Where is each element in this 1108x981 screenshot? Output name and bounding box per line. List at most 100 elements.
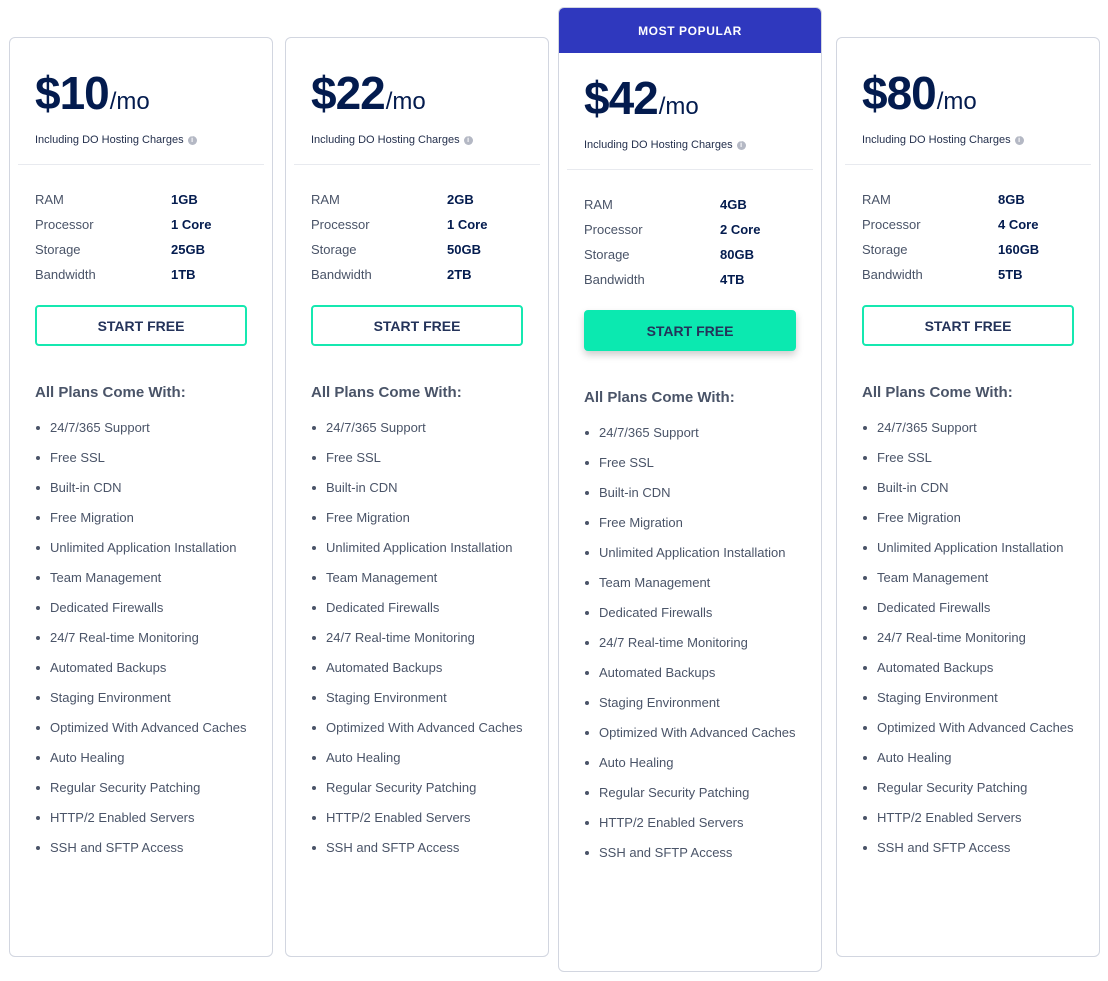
spec-row: Storage 160GB <box>862 237 1074 262</box>
feature-item: Unlimited Application Installation <box>311 538 523 558</box>
info-icon[interactable]: i <box>463 135 473 145</box>
spec-label: Bandwidth <box>862 267 923 282</box>
feature-item: Free SSL <box>311 448 523 468</box>
spec-row: Bandwidth 1TB <box>35 262 247 287</box>
spec-value: 80GB <box>720 247 754 262</box>
feature-item: Dedicated Firewalls <box>35 598 247 618</box>
plan-price: $80 /mo <box>862 66 1074 120</box>
feature-list: 24/7/365 Support Free SSL Built-in CDN Free… <box>10 418 272 858</box>
spec-list: RAM 8GB Processor 4 Core Storage 160GB B… <box>837 187 1099 287</box>
feature-item: Regular Security Patching <box>311 778 523 798</box>
feature-item: 24/7 Real-time Monitoring <box>35 628 247 648</box>
spec-row: Processor 2 Core <box>584 217 796 242</box>
spec-label: RAM <box>584 197 613 212</box>
price-period: /mo <box>109 88 150 115</box>
spec-value: 1GB <box>171 192 198 207</box>
spec-list: RAM 1GB Processor 1 Core Storage 25GB Ba… <box>10 187 272 287</box>
feature-item: Staging Environment <box>35 688 247 708</box>
spec-row: Storage 50GB <box>311 237 523 262</box>
most-popular-badge: MOST POPULAR <box>559 8 821 53</box>
feature-item: HTTP/2 Enabled Servers <box>862 808 1074 828</box>
spec-label: Bandwidth <box>584 272 645 287</box>
plan-card: $80 /mo Including DO Hosting Charges i R… <box>836 37 1100 957</box>
spec-label: Storage <box>862 242 908 257</box>
feature-item: Regular Security Patching <box>862 778 1074 798</box>
spec-value: 160GB <box>998 242 1040 257</box>
feature-item: Optimized With Advanced Caches <box>862 718 1074 738</box>
plan-price: $22 /mo <box>311 66 523 120</box>
spec-value: 2GB <box>447 192 474 207</box>
feature-item: Automated Backups <box>311 658 523 678</box>
spec-list: RAM 4GB Processor 2 Core Storage 80GB Ba… <box>559 192 821 292</box>
feature-item: 24/7/365 Support <box>862 418 1074 438</box>
info-icon[interactable]: i <box>1014 135 1024 145</box>
hosting-note-text: Including DO Hosting Charges <box>35 134 184 146</box>
spec-row: RAM 8GB <box>862 187 1074 212</box>
hosting-note: Including DO Hosting Charges i <box>862 134 1074 146</box>
feature-item: Team Management <box>584 573 796 593</box>
start-free-button[interactable]: START FREE <box>584 310 796 351</box>
features-heading: All Plans Come With: <box>584 389 735 406</box>
spec-label: Storage <box>584 247 630 262</box>
feature-item: SSH and SFTP Access <box>311 838 523 858</box>
spec-value: 50GB <box>447 242 481 257</box>
price-amount: $22 <box>311 67 386 119</box>
spec-label: Storage <box>311 242 357 257</box>
feature-item: Built-in CDN <box>862 478 1074 498</box>
feature-item: 24/7/365 Support <box>311 418 523 438</box>
feature-item: Auto Healing <box>584 753 796 773</box>
hosting-note-text: Including DO Hosting Charges <box>584 139 733 151</box>
spec-row: Storage 25GB <box>35 237 247 262</box>
info-icon[interactable]: i <box>187 135 197 145</box>
spec-value: 4TB <box>720 272 745 287</box>
spec-label: Storage <box>35 242 81 257</box>
feature-item: Auto Healing <box>35 748 247 768</box>
feature-item: Auto Healing <box>311 748 523 768</box>
feature-item: Optimized With Advanced Caches <box>584 723 796 743</box>
feature-item: HTTP/2 Enabled Servers <box>584 813 796 833</box>
divider <box>294 164 540 165</box>
feature-item: 24/7 Real-time Monitoring <box>584 633 796 653</box>
feature-item: Optimized With Advanced Caches <box>35 718 247 738</box>
feature-item: Dedicated Firewalls <box>584 603 796 623</box>
spec-label: Bandwidth <box>35 267 96 282</box>
divider <box>18 164 264 165</box>
price-amount: $80 <box>862 67 937 119</box>
spec-value: 5TB <box>998 267 1023 282</box>
plan-card: MOST POPULAR $42 /mo Including DO Hostin… <box>558 7 822 972</box>
spec-row: Processor 4 Core <box>862 212 1074 237</box>
feature-item: Automated Backups <box>862 658 1074 678</box>
feature-item: Automated Backups <box>584 663 796 683</box>
feature-item: Staging Environment <box>584 693 796 713</box>
start-free-button[interactable]: START FREE <box>35 305 247 346</box>
price-amount: $42 <box>584 72 659 124</box>
feature-item: Unlimited Application Installation <box>35 538 247 558</box>
spec-label: Processor <box>584 222 643 237</box>
price-amount: $10 <box>35 67 110 119</box>
feature-item: Unlimited Application Installation <box>584 543 796 563</box>
spec-label: Processor <box>35 217 94 232</box>
spec-value: 1TB <box>171 267 196 282</box>
feature-item: Staging Environment <box>311 688 523 708</box>
spec-list: RAM 2GB Processor 1 Core Storage 50GB Ba… <box>286 187 548 287</box>
spec-value: 1 Core <box>171 217 212 232</box>
feature-item: Built-in CDN <box>311 478 523 498</box>
price-period: /mo <box>385 88 426 115</box>
feature-item: Team Management <box>311 568 523 588</box>
feature-item: Dedicated Firewalls <box>311 598 523 618</box>
feature-item: Free SSL <box>584 453 796 473</box>
features-heading: All Plans Come With: <box>35 384 186 401</box>
start-free-button[interactable]: START FREE <box>311 305 523 346</box>
info-icon[interactable]: i <box>736 140 746 150</box>
feature-item: 24/7 Real-time Monitoring <box>311 628 523 648</box>
features-heading: All Plans Come With: <box>862 384 1013 401</box>
feature-item: Free SSL <box>862 448 1074 468</box>
feature-item: Free Migration <box>35 508 247 528</box>
feature-item: 24/7/365 Support <box>35 418 247 438</box>
spec-value: 1 Core <box>447 217 488 232</box>
start-free-button[interactable]: START FREE <box>862 305 1074 346</box>
feature-list: 24/7/365 Support Free SSL Built-in CDN Free… <box>286 418 548 858</box>
hosting-note: Including DO Hosting Charges i <box>35 134 247 146</box>
feature-item: 24/7/365 Support <box>584 423 796 443</box>
spec-row: RAM 1GB <box>35 187 247 212</box>
